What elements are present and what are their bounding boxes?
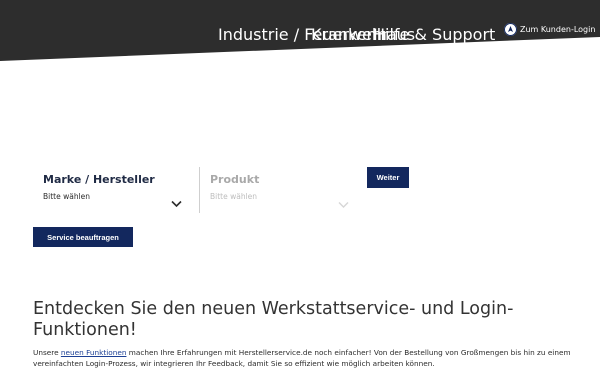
chevron-down-icon[interactable] (338, 194, 349, 213)
customer-login-label: Zum Kunden-Login (520, 25, 596, 34)
nav-link-hilfe-support[interactable]: Hilfe & Support (373, 25, 495, 44)
intro-paragraph: Unsere neuen Funktionen machen Ihre Erfa… (33, 347, 573, 369)
brand-select-value: Bitte wählen (43, 192, 91, 201)
select-divider (199, 167, 200, 213)
product-select[interactable]: Produkt Bitte wählen (210, 173, 353, 201)
next-button[interactable]: Weiter (367, 167, 409, 188)
customer-login-link[interactable]: Zum Kunden-Login (504, 23, 595, 36)
top-navigation-bar: Industrie / Feuerwehr Krankenhaus Hilfe … (0, 0, 600, 62)
chevron-down-icon[interactable] (171, 193, 182, 212)
new-features-link[interactable]: neuen Funktionen (61, 348, 127, 357)
intro-text-start: Unsere (33, 348, 61, 357)
brand-select-label: Marke / Hersteller (43, 173, 155, 186)
user-circle-icon (504, 23, 517, 36)
section-headline: Entdecken Sie den neuen Werkstattservice… (33, 299, 514, 340)
product-select-label: Produkt (210, 173, 260, 186)
brand-select[interactable]: Marke / Hersteller Bitte wählen (43, 173, 186, 201)
product-select-value: Bitte wählen (210, 192, 258, 201)
service-order-button[interactable]: Service beauftragen (33, 227, 133, 247)
